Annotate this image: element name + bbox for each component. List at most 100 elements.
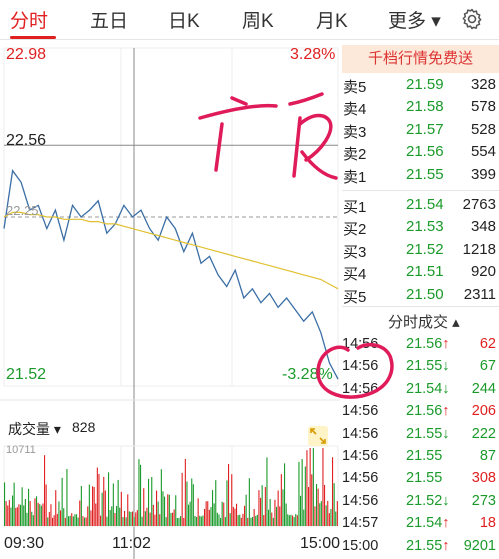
bid-volume: 348 [470, 218, 496, 236]
volume-bar [173, 509, 175, 526]
volume-bar [37, 502, 39, 526]
volume-bar [210, 506, 212, 526]
volume-indicator-select[interactable]: 成交量 ▾ [8, 419, 61, 439]
volume-bar [32, 515, 34, 526]
tick-volume: 222 [471, 425, 496, 442]
ask-volume: 528 [470, 120, 496, 138]
volume-bar [68, 516, 70, 526]
tab-weekly-k[interactable]: 周K [242, 6, 274, 33]
bid-row[interactable]: 买4 21.51 920 [342, 263, 499, 285]
crosshair-price-label: 22.56 [6, 132, 47, 149]
bid-row[interactable]: 买1 21.54 2763 [342, 196, 499, 218]
ask-row[interactable]: 卖4 21.58 578 [342, 98, 499, 120]
tick-row: 15:00 21.55↑ 9201 [342, 538, 499, 559]
volume-bar [261, 485, 263, 526]
volume-bar [124, 510, 126, 526]
volume-bar [260, 497, 262, 526]
volume-bar [176, 517, 178, 526]
volume-bar [152, 504, 154, 526]
volume-bar [228, 463, 230, 526]
volume-bar [183, 517, 185, 526]
volume-bar [16, 507, 18, 526]
volume-bar [29, 501, 31, 526]
volume-bar [140, 464, 142, 526]
volume-bar [23, 505, 25, 526]
tick-price: 21.54↓ [406, 381, 450, 397]
tab-intraday[interactable]: 分时 [10, 6, 48, 33]
tick-volume: 206 [471, 403, 496, 420]
tick-price: 21.54↑ [406, 515, 450, 531]
volume-bar [274, 499, 276, 526]
tick-row: 14:56 21.52↓ 273 [342, 493, 499, 515]
volume-bar [319, 503, 321, 526]
volume-bar [111, 506, 113, 526]
ask-row[interactable]: 卖1 21.55 399 [342, 166, 499, 188]
volume-bar [15, 507, 17, 526]
free-depth-banner[interactable]: 千档行情免费送 [342, 45, 499, 73]
volume-bar [192, 484, 194, 526]
ask-price: 21.59 [406, 76, 444, 93]
bid-row[interactable]: 买5 21.50 2311 [342, 286, 499, 308]
bid-level-label: 买1 [343, 199, 367, 216]
price-series-line [3, 169, 339, 380]
tick-arrow: ↑ [442, 403, 450, 420]
expand-icon[interactable] [308, 426, 328, 446]
volume-bar [256, 514, 258, 526]
price-high-label: 22.98 [6, 46, 47, 63]
bid-level-label: 买3 [343, 243, 367, 261]
bid-price: 21.50 [406, 285, 444, 303]
tick-arrow: ↓ [442, 358, 450, 375]
volume-bar [304, 466, 306, 526]
volume-bar [79, 500, 81, 526]
volume-bar [72, 516, 74, 526]
ask-level-label: 卖4 [343, 101, 367, 119]
tick-volume: 273 [471, 492, 496, 509]
tick-arrow: ↓ [442, 380, 450, 397]
volume-bar [271, 512, 273, 526]
tick-price: 21.55↓ [406, 358, 450, 374]
gear-icon[interactable] [460, 7, 484, 31]
volume-bar [60, 510, 62, 526]
ask-row[interactable]: 卖2 21.56 554 [342, 143, 499, 165]
ask-volume: 578 [470, 98, 496, 116]
ask-row[interactable]: 卖3 21.57 528 [342, 121, 499, 143]
volume-bar [197, 498, 199, 526]
volume-bar [245, 494, 247, 526]
volume-bar [298, 461, 300, 526]
tick-price: 21.55↑ [406, 538, 450, 554]
volume-bar [76, 514, 78, 526]
volume-bar [157, 501, 159, 526]
volume-bar [148, 478, 150, 526]
volume-bar [316, 484, 318, 526]
bid-row[interactable]: 买2 21.53 348 [342, 218, 499, 240]
volume-bar [13, 482, 15, 526]
tick-volume: 18 [479, 515, 496, 532]
volume-bar [232, 506, 234, 526]
volume-bar [191, 478, 193, 526]
tick-price: 21.52↓ [406, 493, 450, 509]
volume-bar [151, 476, 153, 526]
intraday-chart[interactable]: 22.98 3.28% 22.56 22.25 21.52 -3.28% 成交量… [0, 40, 340, 559]
volume-bar [119, 507, 121, 526]
volume-bar [108, 472, 110, 526]
volume-bar [74, 514, 76, 526]
bid-row[interactable]: 买3 21.52 1218 [342, 241, 499, 263]
tick-trades-header[interactable]: 分时成交 ▴ [342, 307, 499, 333]
tab-monthly-k[interactable]: 月K [316, 6, 348, 33]
volume-bar [194, 515, 196, 526]
tick-trades-title: 分时成交 ▴ [388, 314, 460, 331]
bid-price: 21.52 [406, 240, 444, 258]
volume-bar [180, 516, 182, 526]
volume-bar [106, 516, 108, 526]
volume-bar [215, 480, 217, 526]
tab-daily-k[interactable]: 日K [168, 6, 200, 33]
volume-bar [292, 515, 294, 526]
volume-bar [58, 501, 60, 526]
ask-row[interactable]: 卖5 21.59 328 [342, 76, 499, 98]
tab-more[interactable]: 更多 ▾ [388, 6, 441, 33]
tab-five-day[interactable]: 五日 [90, 6, 128, 33]
tick-time: 14:56 [342, 448, 379, 464]
tick-arrow: ↑ [442, 336, 450, 352]
tick-arrow: ↑ [442, 537, 450, 554]
volume-bar [63, 508, 65, 526]
